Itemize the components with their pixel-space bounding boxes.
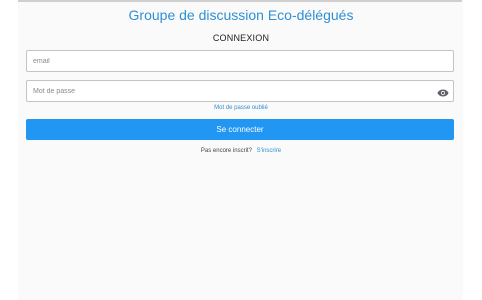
forgot-password-link[interactable]: Mot de passe oublié: [214, 105, 268, 111]
page-title: Groupe de discussion Eco-délégués: [128, 7, 354, 23]
eye-icon[interactable]: [437, 86, 449, 98]
password-field[interactable]: [27, 81, 453, 101]
login-screen: Groupe de discussion Eco-délégués CONNEX…: [0, 0, 482, 300]
password-field-container: [26, 80, 454, 102]
login-button[interactable]: Se connecter: [26, 119, 454, 140]
signup-row: Pas encore inscrit? S'inscrire: [0, 147, 482, 155]
page-subtitle: CONNEXION: [212, 33, 270, 43]
signup-link[interactable]: S'inscrire: [257, 148, 281, 154]
email-field[interactable]: [27, 51, 453, 71]
signup-prompt: Pas encore inscrit?: [200, 148, 252, 154]
forgot-password-row: Mot de passe oublié: [0, 104, 482, 112]
email-field-container: [26, 50, 454, 72]
